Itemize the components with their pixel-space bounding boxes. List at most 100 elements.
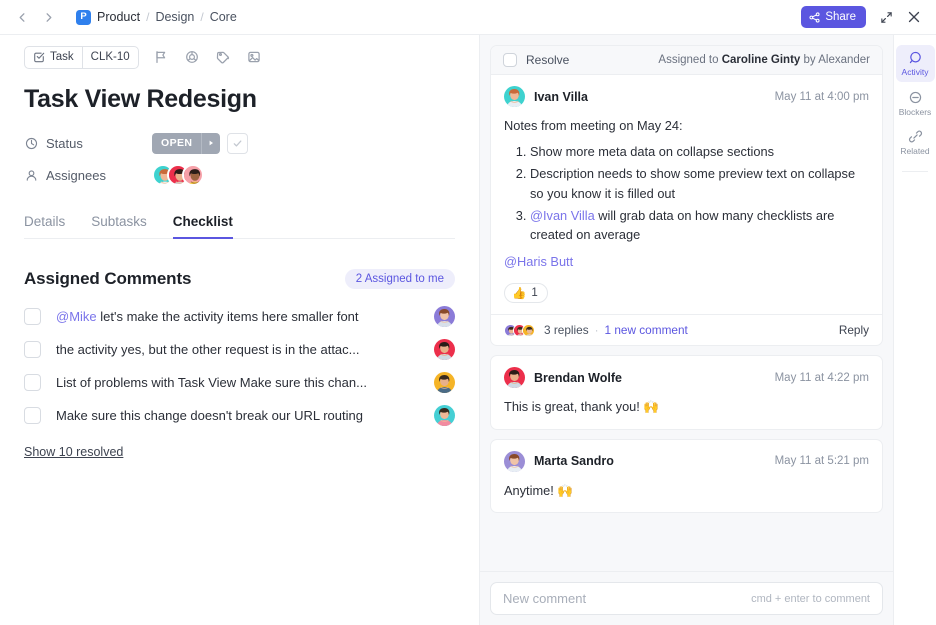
comment-card: Resolve Assigned to Caroline Ginty by Al… (490, 45, 883, 346)
assigned-to-text: Assigned to Caroline Ginty by Alexander (658, 54, 870, 66)
checklist-checkbox[interactable] (24, 407, 41, 424)
checklist-items: @Mike let's make the activity items here… (24, 303, 455, 429)
resolve-checkbox[interactable] (503, 53, 517, 67)
status-label-text: Status (46, 136, 83, 151)
reaction-row: 👍 1 (491, 283, 882, 314)
checklist-item[interactable]: @Mike let's make the activity items here… (24, 303, 455, 330)
comment-timestamp: May 11 at 5:21 pm (775, 455, 869, 467)
show-resolved-link[interactable]: Show 10 resolved (24, 445, 123, 459)
avatar (504, 86, 525, 107)
task-id[interactable]: CLK-10 (82, 47, 138, 68)
top-bar-actions: Share (801, 6, 926, 28)
reply-avatar-group (504, 324, 535, 337)
comment-body: Notes from meeting on May 24: Show more … (491, 107, 882, 283)
comment-body: Anytime! 🙌 (491, 472, 882, 512)
tag-icon[interactable] (215, 49, 232, 66)
mention-link[interactable]: @Mike (56, 309, 97, 324)
chevron-left-icon[interactable] (16, 11, 28, 23)
rail-divider (902, 171, 928, 172)
comment-ordered-list: Show more meta data on collapse sections… (504, 142, 869, 244)
window-body: Task CLK-10 Task View Redesign (0, 35, 936, 625)
status-badge[interactable]: OPEN (152, 133, 220, 154)
workspace-logo-icon[interactable]: P (76, 10, 91, 25)
flag-icon[interactable] (153, 49, 170, 66)
replies-count[interactable]: 3 replies (544, 323, 589, 337)
avatar (522, 324, 535, 337)
mention-link[interactable]: @Ivan Villa (530, 208, 595, 223)
task-toolbar: Task CLK-10 (24, 35, 455, 79)
assignee-avatar-group[interactable] (152, 164, 204, 186)
task-check-icon (33, 51, 45, 63)
new-comment-box[interactable]: cmd + enter to comment (490, 582, 883, 615)
section-title: Assigned Comments (24, 269, 191, 289)
status-value: OPEN (152, 133, 201, 154)
page-title: Task View Redesign (24, 85, 455, 114)
breadcrumb-item-product[interactable]: Product (97, 10, 140, 24)
new-comment-count[interactable]: 1 new comment (605, 323, 688, 337)
assigned-to-me-badge[interactable]: 2 Assigned to me (345, 269, 455, 289)
checklist-checkbox[interactable] (24, 308, 41, 325)
assigned-to-name: Caroline Ginty (722, 54, 801, 66)
image-icon[interactable] (246, 49, 263, 66)
right-rail: Activity Blockers Related (893, 35, 936, 625)
breadcrumb-item-core[interactable]: Core (210, 10, 237, 24)
caret-right-icon[interactable] (201, 133, 220, 154)
comment-timestamp: May 11 at 4:00 pm (775, 91, 869, 103)
checklist-item-label: List of problems with Task View Make sur… (56, 375, 367, 390)
clock-icon (24, 136, 38, 150)
comment-mention-link[interactable]: @Haris Butt (504, 252, 869, 271)
avatar (182, 164, 204, 186)
check-icon (232, 138, 243, 149)
new-comment-input[interactable] (503, 591, 751, 606)
share-button[interactable]: Share (801, 6, 866, 28)
checklist-item[interactable]: the activity yes, but the other request … (24, 336, 455, 363)
tab-checklist[interactable]: Checklist (173, 214, 233, 239)
rail-label-activity: Activity (902, 68, 929, 77)
rail-item-blockers[interactable]: Blockers (896, 85, 935, 122)
thumbsup-reaction-chip[interactable]: 👍 1 (504, 283, 548, 303)
checklist-checkbox[interactable] (24, 341, 41, 358)
assigned-comments-header: Assigned Comments 2 Assigned to me (24, 269, 455, 289)
collapse-icon[interactable] (878, 9, 894, 25)
person-icon (24, 168, 38, 182)
rail-item-related[interactable]: Related (896, 124, 935, 161)
avatar (504, 451, 525, 472)
comment-intro: Notes from meeting on May 24: (504, 116, 869, 135)
comment-list-item: Description needs to show some preview t… (530, 164, 869, 202)
avatar (504, 367, 525, 388)
reaction-count: 1 (531, 287, 537, 299)
mark-complete-button[interactable] (227, 133, 248, 154)
rail-item-activity[interactable]: Activity (896, 45, 935, 82)
comment-header: Marta Sandro May 11 at 5:21 pm (491, 440, 882, 472)
assignees-field-row: Assignees (24, 160, 455, 190)
comment-author: Brendan Wolfe (534, 371, 622, 385)
checklist-checkbox[interactable] (24, 374, 41, 391)
task-detail-window: P Product / Design / Core Share (0, 0, 936, 625)
checklist-item-label: the activity yes, but the other request … (56, 342, 360, 357)
breadcrumb: P Product / Design / Core (76, 10, 237, 25)
task-type-label: Task (50, 51, 74, 63)
task-type-segment[interactable]: Task (25, 47, 82, 68)
status-field-row: Status OPEN (24, 128, 455, 158)
related-icon (908, 129, 923, 144)
activity-icon (908, 50, 923, 65)
chevron-right-icon[interactable] (42, 11, 54, 23)
checklist-item[interactable]: Make sure this change doesn't break our … (24, 402, 455, 429)
comment-body: This is great, thank you! 🙌 (491, 388, 882, 428)
reply-button[interactable]: Reply (839, 323, 869, 337)
avatar (434, 339, 455, 360)
avatar (434, 405, 455, 426)
status-field-label: Status (24, 136, 152, 151)
breadcrumb-separator: / (200, 10, 203, 24)
checklist-item[interactable]: List of problems with Task View Make sur… (24, 369, 455, 396)
thumbsup-icon: 👍 (512, 286, 526, 300)
blocker-icon (908, 90, 923, 105)
target-icon[interactable] (184, 49, 201, 66)
close-icon[interactable] (906, 9, 922, 25)
breadcrumb-item-design[interactable]: Design (155, 10, 194, 24)
tab-details[interactable]: Details (24, 214, 65, 239)
comment-timestamp: May 11 at 4:22 pm (775, 372, 869, 384)
share-button-label: Share (825, 11, 856, 23)
tab-subtasks[interactable]: Subtasks (91, 214, 147, 239)
task-type-pill[interactable]: Task CLK-10 (24, 46, 139, 69)
